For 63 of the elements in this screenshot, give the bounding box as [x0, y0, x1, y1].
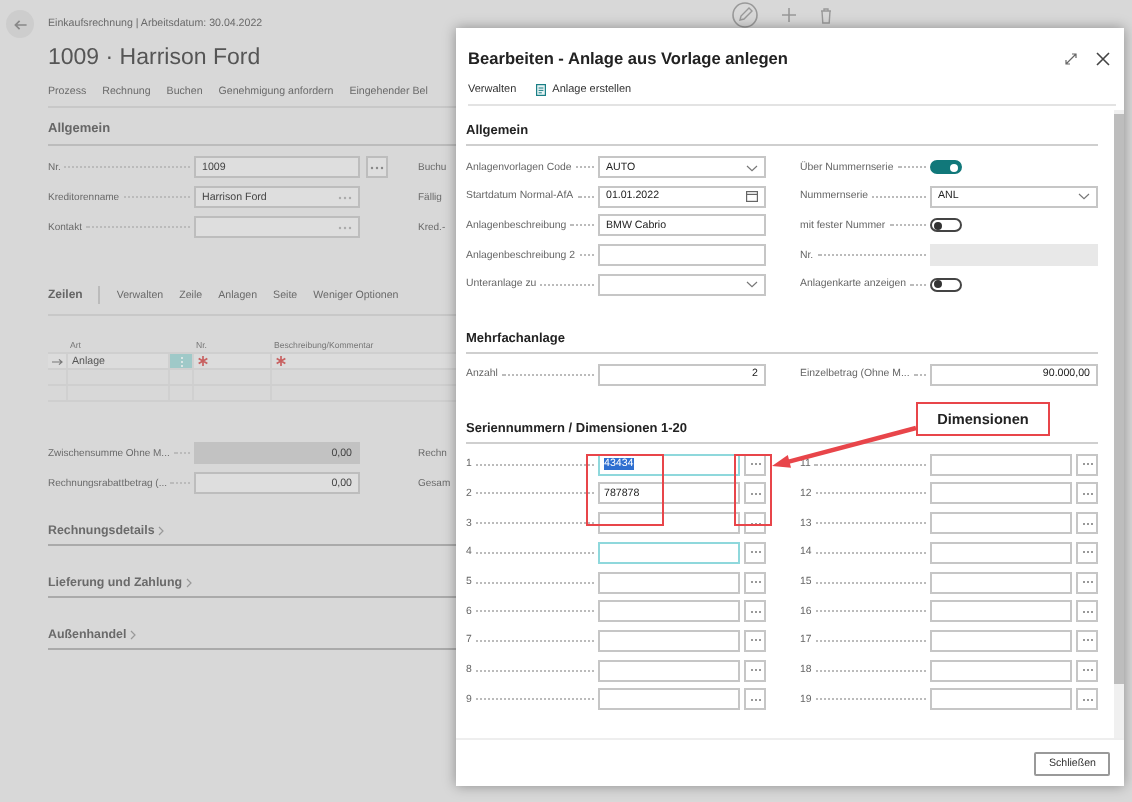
ellipsis-button[interactable] — [744, 512, 766, 535]
ellipsis-button[interactable] — [1076, 512, 1098, 535]
ellipsis-button[interactable] — [744, 571, 766, 593]
chevron-icon — [746, 280, 758, 289]
close-button[interactable] — [1094, 49, 1112, 67]
chevron-icon — [186, 578, 193, 588]
ellipsis-button[interactable] — [1076, 629, 1098, 652]
arrow-icon — [13, 17, 27, 31]
input-field[interactable] — [930, 541, 1072, 564]
input-field[interactable] — [930, 453, 1072, 476]
scrollbar[interactable] — [1114, 110, 1124, 738]
chevron-icon — [158, 526, 165, 536]
ellipsis-button[interactable] — [744, 482, 766, 505]
expand-button[interactable] — [1062, 49, 1080, 67]
input-field[interactable] — [930, 600, 1072, 623]
ellipsis-button[interactable] — [1076, 541, 1098, 564]
highlight-frame — [586, 454, 664, 526]
chevron-icon — [1078, 192, 1090, 201]
trash-icon[interactable] — [820, 7, 832, 23]
page-title: 1009 · Harrison Ford — [48, 44, 263, 72]
document-icon — [536, 84, 547, 96]
ellipsis-button[interactable] — [1076, 659, 1098, 682]
input-field[interactable] — [598, 571, 740, 593]
required-icon — [276, 356, 286, 366]
input-field[interactable] — [930, 512, 1072, 535]
input-field[interactable] — [598, 541, 740, 564]
ellipsis-button[interactable] — [1076, 688, 1098, 711]
dropdown-field[interactable] — [598, 273, 766, 296]
input-field[interactable] — [598, 659, 740, 682]
ellipsis-button[interactable] — [744, 453, 766, 476]
chevron-icon — [130, 630, 137, 640]
dialog-title: Bearbeiten - Anlage aus Vorlage anlegen — [468, 48, 790, 68]
required-icon — [198, 356, 208, 366]
expand-icon — [1064, 51, 1078, 65]
ellipsis-button[interactable] — [744, 659, 766, 682]
ellipsis-button[interactable] — [1076, 600, 1098, 623]
calendar-icon — [746, 190, 758, 203]
ellipsis-button[interactable] — [1076, 482, 1098, 505]
chevron-icon — [746, 163, 758, 171]
highlight-frame — [734, 454, 772, 526]
close-icon — [1096, 51, 1110, 65]
ellipsis-button[interactable] — [744, 541, 766, 564]
input-field[interactable] — [930, 688, 1072, 711]
input-field[interactable] — [598, 688, 740, 711]
input-field[interactable] — [598, 629, 740, 652]
ellipsis-button[interactable] — [744, 688, 766, 711]
input-field[interactable] — [930, 659, 1072, 682]
ellipsis-button[interactable] — [1076, 571, 1098, 593]
pencil-icon[interactable] — [732, 2, 758, 28]
input-field[interactable] — [930, 571, 1072, 593]
ellipsis-button[interactable] — [744, 629, 766, 652]
input-field[interactable] — [598, 244, 766, 267]
input-field[interactable] — [930, 482, 1072, 505]
input-field[interactable] — [930, 629, 1072, 652]
back-button[interactable] — [6, 10, 34, 38]
input-field[interactable] — [194, 216, 360, 238]
input-field[interactable] — [598, 512, 740, 535]
ellipsis-button[interactable] — [1076, 453, 1098, 476]
arrow-icon — [52, 357, 64, 365]
plus-icon[interactable] — [782, 8, 796, 22]
ellipsis-button[interactable] — [744, 600, 766, 623]
input-field[interactable] — [598, 600, 740, 623]
ellipsis-button[interactable] — [366, 156, 388, 178]
